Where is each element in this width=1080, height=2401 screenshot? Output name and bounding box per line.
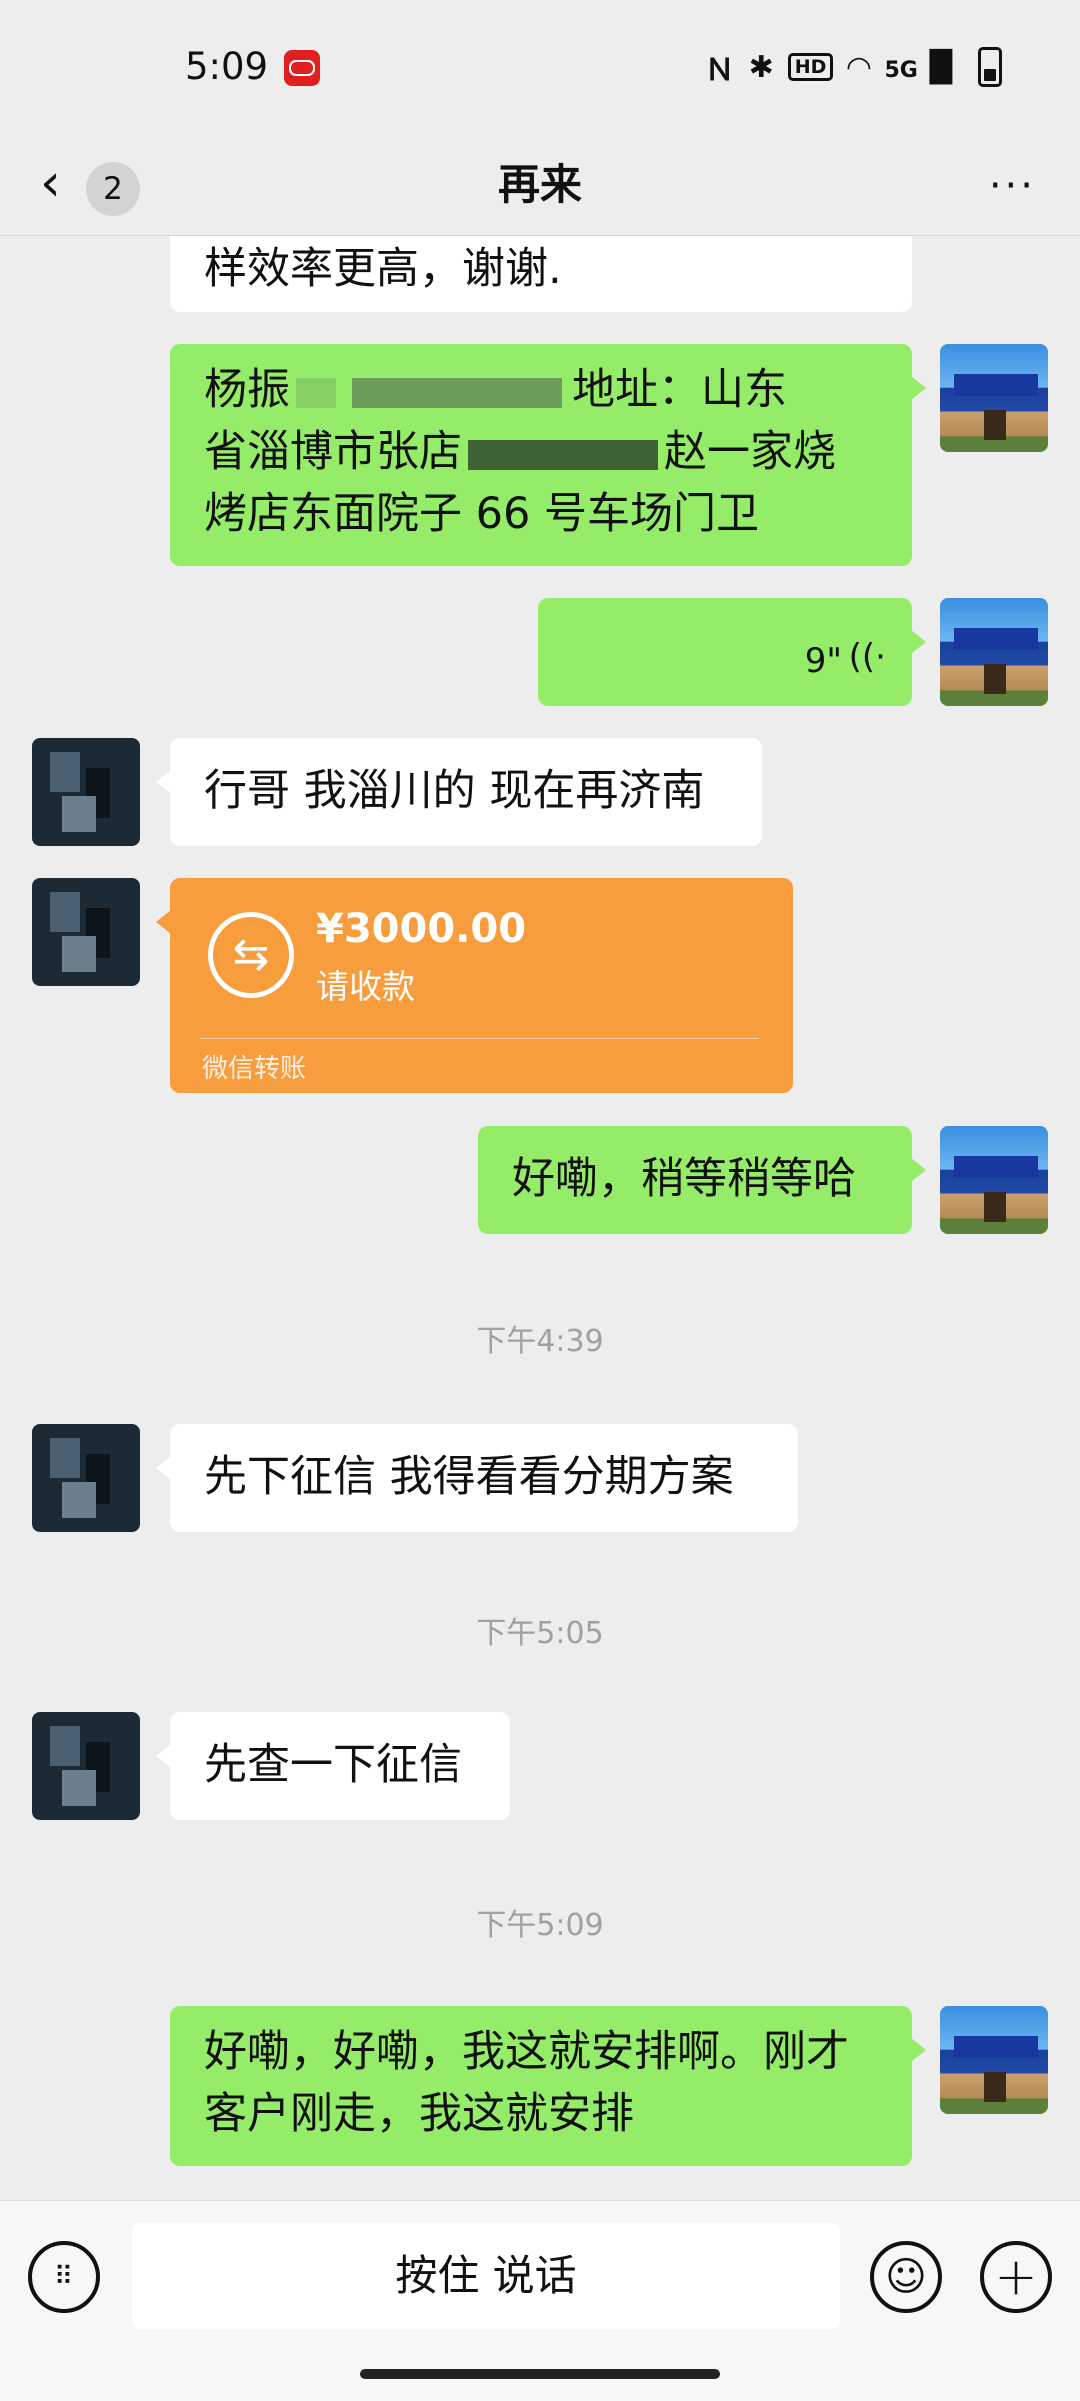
transfer-amount: ¥3000.00 (316, 906, 527, 952)
message-text: 先下征信 我得看看分期方案 (204, 1452, 734, 1502)
voice-duration: 9" (804, 641, 842, 681)
message-text: 烤店东面院子 66 号车场门卫 (204, 489, 760, 539)
avatar-contact[interactable] (32, 878, 140, 986)
wifi-icon: ◠ (847, 49, 871, 85)
app-notification-icon (284, 50, 320, 86)
message-bubble-sent[interactable]: 好嘞，稍等稍等哈 (478, 1126, 926, 1234)
message-bubble-sent[interactable]: 好嘞，好嘞，我这就安排啊。刚才 客户刚走，我这就安排 (170, 2006, 926, 2166)
nfc-icon: Ｎ (704, 53, 735, 88)
avatar-contact[interactable] (32, 738, 140, 846)
chat-header: ‹ 2 再来 ··· (0, 135, 1080, 236)
timestamp: 下午5:05 (476, 1616, 604, 1651)
avatar-self[interactable] (940, 344, 1048, 452)
avatar-contact[interactable] (32, 1424, 140, 1532)
avatar-contact[interactable] (32, 1712, 140, 1820)
message-bubble-received[interactable]: 样效率更高，谢谢. (170, 236, 912, 312)
message-text: 客户刚走，我这就安排 (204, 2089, 634, 2139)
5g-signal-icon: 5G▐▌ (884, 49, 964, 85)
hd-icon: HD (787, 53, 834, 81)
message-bubble-received[interactable]: 先查一下征信 (156, 1712, 510, 1820)
keyboard-toggle-icon[interactable]: ⠿ (28, 2241, 100, 2313)
chat-title: 再来 (497, 160, 582, 209)
message-bubble-sent[interactable]: 杨振 地址：山东 省淄博市张店 赵一家烧 烤店东面院子 66 号车场门卫 (170, 344, 926, 566)
transfer-footer: 微信转账 (202, 1054, 307, 1084)
status-icons: Ｎ ✱ HD ◠ 5G▐▌ (705, 45, 1002, 89)
message-text: 省淄博市张店 (204, 427, 462, 477)
transfer-arrows-icon: ⇆ (208, 912, 294, 998)
battery-icon (978, 47, 1002, 87)
avatar-self[interactable] (940, 598, 1048, 706)
message-text: 先查一下征信 (204, 1740, 462, 1790)
message-text: 样效率更高，谢谢. (204, 244, 562, 294)
message-text: 杨振 (204, 365, 290, 415)
transfer-card[interactable]: ⇆ ¥3000.00 请收款 微信转账 (156, 878, 793, 1093)
chat-message-list[interactable]: 样效率更高，谢谢. 杨振 地址：山东 省淄博市张店 赵一家烧 烤店东面院子 66 号… (0, 236, 1080, 2199)
message-bubble-received[interactable]: 先下征信 我得看看分期方案 (156, 1424, 798, 1532)
message-text: 地址：山东 (572, 365, 787, 415)
message-text: 好嘞，稍等稍等哈 (512, 1154, 856, 1204)
voice-wave-icon: ((· (848, 637, 886, 677)
avatar-self[interactable] (940, 2006, 1048, 2114)
redacted-block (352, 377, 562, 408)
bluetooth-icon: ✱ (748, 49, 774, 85)
message-text: 好嘞，好嘞，我这就安排啊。刚才 (204, 2027, 849, 2077)
emoji-icon[interactable]: ☺ (870, 2241, 942, 2313)
message-text: 赵一家烧 (664, 427, 836, 477)
timestamp: 下午5:09 (476, 1908, 604, 1943)
status-time: 5:09 (185, 45, 269, 88)
transfer-status: 请收款 (316, 967, 415, 1006)
home-indicator[interactable] (360, 2369, 720, 2379)
voice-message-bubble[interactable]: 9" ((· (538, 598, 926, 706)
plus-icon[interactable]: + (980, 2241, 1052, 2313)
timestamp: 下午4:39 (476, 1324, 604, 1359)
redacted-block (296, 377, 336, 408)
message-text: 行哥 我淄川的 现在再济南 (204, 766, 705, 816)
hold-to-talk-button[interactable]: 按住 说话 (132, 2223, 840, 2329)
redacted-block (468, 439, 658, 470)
status-bar: 5:09 Ｎ ✱ HD ◠ 5G▐▌ (0, 0, 1080, 135)
divider (200, 1038, 759, 1039)
avatar-self[interactable] (940, 1126, 1048, 1234)
input-bar: ⠿ 按住 说话 ☺ + (0, 2200, 1080, 2401)
message-bubble-received[interactable]: 行哥 我淄川的 现在再济南 (156, 738, 762, 846)
more-options-icon[interactable]: ··· (989, 163, 1036, 209)
